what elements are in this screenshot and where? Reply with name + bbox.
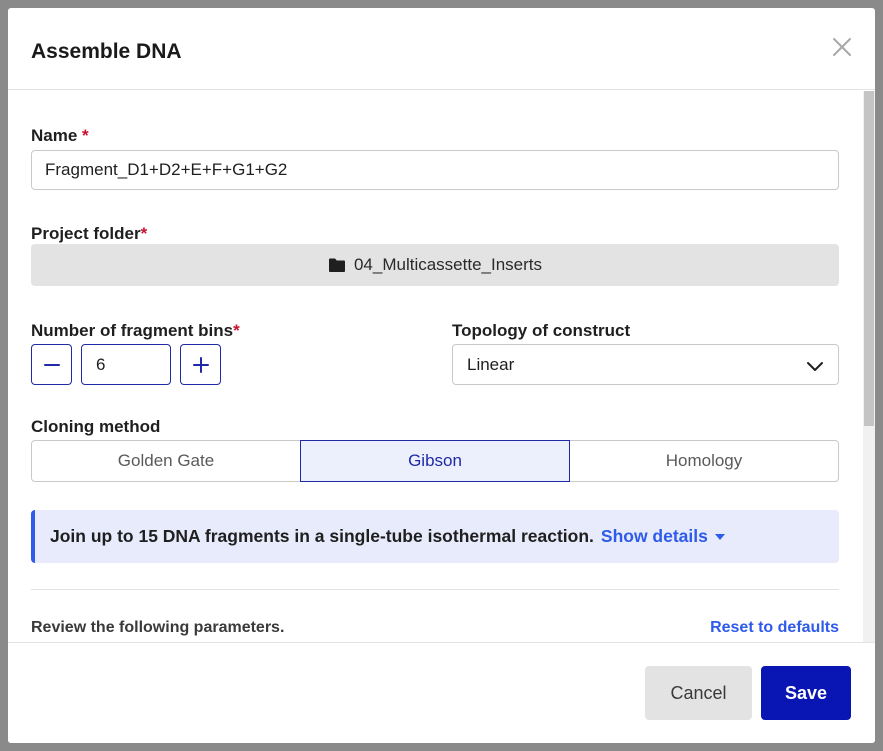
project-folder-button[interactable]: 04_Multicassette_Inserts [31,244,839,286]
cancel-button[interactable]: Cancel [645,666,752,720]
cloning-option-homology[interactable]: Homology [569,440,839,482]
topology-selected-value: Linear [467,354,515,374]
cloning-method-label: Cloning method [31,417,161,436]
dialog-footer: Cancel Save [8,642,875,743]
topology-label: Topology of construct [452,321,631,340]
scrollbar[interactable] [863,91,875,642]
increment-button[interactable] [180,344,221,385]
name-label: Name * [31,126,89,146]
reset-to-defaults-link[interactable]: Reset to defaults [710,619,839,637]
project-folder-label-text: Project folder [31,224,141,243]
assemble-dna-dialog: Assemble DNA Name * Project folder* 04_M… [8,8,875,743]
plus-icon [192,356,209,373]
show-details-label: Show details [600,526,708,546]
info-banner-text: Join up to 15 DNA fragments in a single-… [50,526,594,546]
review-parameters-text: Review the following parameters. [31,619,285,636]
minus-icon [43,363,60,366]
name-label-text: Name [31,126,78,145]
scrollbar-thumb[interactable] [864,91,874,426]
chevron-down-icon [807,362,823,371]
required-mark: * [233,321,240,340]
save-button[interactable]: Save [761,666,851,720]
caret-down-icon [714,533,725,540]
required-mark: * [140,224,148,243]
fragment-bins-label: Number of fragment bins* [31,321,240,341]
fragment-bins-input[interactable] [81,344,171,385]
show-details-link[interactable]: Show details [601,526,726,547]
cloning-option-golden-gate[interactable]: Golden Gate [31,440,301,482]
folder-icon [328,258,345,272]
dialog-title: Assemble DNA [31,40,182,63]
required-mark: * [82,126,89,145]
fragment-bins-label-text: Number of fragment bins [31,321,234,340]
close-icon[interactable] [831,36,853,58]
project-folder-label: Project folder* [31,224,147,244]
dialog-body[interactable]: Name * Project folder* 04_Multicassette_… [8,91,875,642]
dialog-header: Assemble DNA [8,8,875,90]
topology-select[interactable]: Linear [452,344,839,385]
name-input[interactable] [31,150,839,190]
info-banner: Join up to 15 DNA fragments in a single-… [31,510,839,563]
cloning-method-segmented-control: Golden Gate Gibson Homology [31,440,839,482]
divider [31,589,839,590]
decrement-button[interactable] [31,344,72,385]
cloning-option-gibson[interactable]: Gibson [300,440,570,482]
project-folder-value: 04_Multicassette_Inserts [353,255,543,274]
